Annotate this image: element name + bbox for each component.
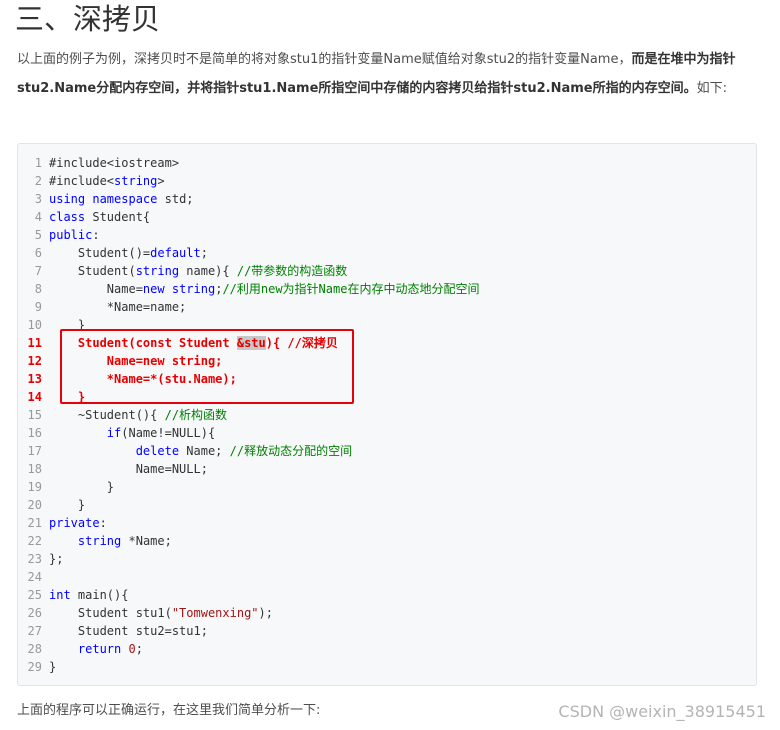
line-number: 21 xyxy=(27,516,42,530)
line-number: 6 xyxy=(34,246,42,260)
code-line: 13 *Name=*(stu.Name); xyxy=(18,370,756,388)
code-line: 18 Name=NULL; xyxy=(18,460,756,478)
line-number: 20 xyxy=(27,498,42,512)
line-number: 11 xyxy=(27,336,42,350)
line-number: 24 xyxy=(27,570,42,584)
code-line: 21 private: xyxy=(18,514,756,532)
code-text: delete Name; //释放动态分配的空间 xyxy=(135,444,353,458)
code-line: 14 } xyxy=(18,388,756,406)
code-text: } xyxy=(49,390,86,404)
code-text: Name=new string;//利用new为指针Name在内存中动态地分配空… xyxy=(49,282,480,296)
code-line: 19 } xyxy=(18,478,756,496)
code-text: return 0; xyxy=(77,642,143,656)
code-text: *Name=name; xyxy=(49,300,187,314)
code-text: } xyxy=(49,498,86,512)
code-text: public: xyxy=(49,228,100,242)
line-number: 25 xyxy=(27,588,42,602)
code-line: 10 } xyxy=(18,316,756,334)
code-line: 26 Student stu1("Tomwenxing"); xyxy=(18,604,756,622)
line-number: 10 xyxy=(27,318,42,332)
code-line: 6 Student()=default; xyxy=(18,244,756,262)
code-block[interactable]: 1 #include<iostream> 2 #include<string> 3 usi… xyxy=(17,143,757,686)
line-number: 3 xyxy=(34,192,42,206)
code-text: }; xyxy=(49,552,64,566)
intro-text-1: 以上面的例子为例，深拷贝时不是简单的将对象stu1的指针变量Name赋值给对象s… xyxy=(17,52,632,67)
line-number: 1 xyxy=(34,156,42,170)
code-text: Student(string name){ //带参数的构造函数 xyxy=(49,264,348,278)
line-number: 29 xyxy=(27,660,42,674)
code-text: *Name=*(stu.Name); xyxy=(49,372,237,386)
code-lines: 1 #include<iostream> 2 #include<string> 3 usi… xyxy=(18,154,756,676)
code-line: 16 if(Name!=NULL){ xyxy=(18,424,756,442)
code-text: string *Name; xyxy=(77,534,172,548)
line-number: 8 xyxy=(34,282,42,296)
analysis-intro-text: 上面的程序可以正确运行，在这里我们简单分析一下: xyxy=(17,703,321,718)
code-text: } xyxy=(49,480,115,494)
code-text: if(Name!=NULL){ xyxy=(106,426,216,440)
code-line: 4 class Student{ xyxy=(18,208,756,226)
code-line: 17 delete Name; //释放动态分配的空间 xyxy=(18,442,756,460)
code-text: Name=NULL; xyxy=(49,462,208,476)
code-text: #include<string> xyxy=(49,174,165,188)
code-line: 25 int main(){ xyxy=(18,586,756,604)
code-line: 29} xyxy=(18,658,756,676)
line-number: 28 xyxy=(27,642,42,656)
code-text: Student()=default; xyxy=(49,246,208,260)
code-line: 20 } xyxy=(18,496,756,514)
code-line: 23}; xyxy=(18,550,756,568)
csdn-watermark: CSDN @weixin_38915451 xyxy=(558,702,766,721)
line-number: 4 xyxy=(34,210,42,224)
code-text: int main(){ xyxy=(49,588,129,602)
line-number: 13 xyxy=(27,372,42,386)
code-line: 8 Name=new string;//利用new为指针Name在内存中动态地分… xyxy=(18,280,756,298)
code-line: 11 Student(const Student &stu){ //深拷贝 xyxy=(18,334,756,352)
code-line: 9 *Name=name; xyxy=(18,298,756,316)
code-line: 7 Student(string name){ //带参数的构造函数 xyxy=(18,262,756,280)
section-title: 三、深拷贝 xyxy=(15,2,161,36)
line-number: 26 xyxy=(27,606,42,620)
code-text: } xyxy=(49,318,86,332)
code-line: 22 string *Name; xyxy=(18,532,756,550)
line-number: 16 xyxy=(27,426,42,440)
line-number: 5 xyxy=(34,228,42,242)
code-text: class Student{ xyxy=(49,210,151,224)
line-number: 2 xyxy=(34,174,42,188)
line-number: 9 xyxy=(34,300,42,314)
code-text: #include<iostream> xyxy=(49,156,180,170)
code-line: 24 xyxy=(18,568,756,586)
code-text: } xyxy=(49,660,57,674)
intro-text-2: 如下: xyxy=(696,81,728,96)
code-text: ~Student(){ //析构函数 xyxy=(49,408,228,422)
code-line: 2 #include<string> xyxy=(18,172,756,190)
code-line: 5 public: xyxy=(18,226,756,244)
code-line: 3 using namespace std; xyxy=(18,190,756,208)
line-number: 15 xyxy=(27,408,42,422)
intro-paragraph: 以上面的例子为例，深拷贝时不是简单的将对象stu1的指针变量Name赋值给对象s… xyxy=(17,45,762,103)
code-line: 27 Student stu2=stu1; xyxy=(18,622,756,640)
code-text: using namespace std; xyxy=(49,192,194,206)
code-line: 15 ~Student(){ //析构函数 xyxy=(18,406,756,424)
line-number: 12 xyxy=(27,354,42,368)
code-text: private: xyxy=(49,516,107,530)
line-number: 22 xyxy=(27,534,42,548)
code-text: Student stu1("Tomwenxing"); xyxy=(49,606,273,620)
code-text: Student stu2=stu1; xyxy=(49,624,208,638)
code-line: 12 Name=new string; xyxy=(18,352,756,370)
code-text: Student(const Student &stu){ //深拷贝 xyxy=(49,336,338,350)
line-number: 19 xyxy=(27,480,42,494)
line-number: 18 xyxy=(27,462,42,476)
line-number: 27 xyxy=(27,624,42,638)
line-number: 14 xyxy=(27,390,42,404)
line-number: 7 xyxy=(34,264,42,278)
code-line: 28 return 0; xyxy=(18,640,756,658)
line-number: 23 xyxy=(27,552,42,566)
line-number: 17 xyxy=(27,444,42,458)
code-text: Name=new string; xyxy=(49,354,223,368)
code-line: 1 #include<iostream> xyxy=(18,154,756,172)
